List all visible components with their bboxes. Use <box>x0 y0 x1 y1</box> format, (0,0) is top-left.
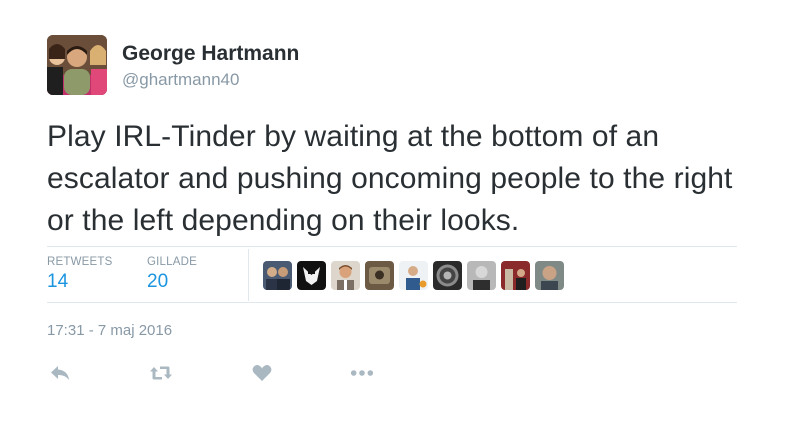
divider <box>47 302 737 303</box>
retweets-stat[interactable]: RETWEETS 14 <box>47 256 113 293</box>
retweets-label: RETWEETS <box>47 256 113 268</box>
liker-avatar[interactable] <box>297 261 326 290</box>
more-button[interactable] <box>350 362 374 384</box>
liker-avatar[interactable] <box>535 261 564 290</box>
liker-avatars <box>263 261 564 290</box>
retweet-icon <box>150 366 172 380</box>
liker-avatar[interactable] <box>501 261 530 290</box>
liker-avatar[interactable] <box>399 261 428 290</box>
tweet-timestamp[interactable]: 17:31 - 7 maj 2016 <box>47 322 172 339</box>
more-icon <box>350 370 374 376</box>
profile-photo-icon <box>47 35 107 95</box>
likes-label: GILLADE <box>147 256 197 268</box>
liker-avatar[interactable] <box>365 261 394 290</box>
liker-avatar[interactable] <box>263 261 292 290</box>
like-button[interactable] <box>250 362 274 384</box>
tweet-card: George Hartmann @ghartmann40 Play IRL-Ti… <box>0 0 800 427</box>
retweets-count: 14 <box>47 271 69 292</box>
liker-avatar[interactable] <box>331 261 360 290</box>
author-display-name[interactable]: George Hartmann <box>122 42 299 66</box>
retweet-button[interactable] <box>149 362 173 384</box>
reply-button[interactable] <box>48 362 72 384</box>
divider <box>248 249 249 301</box>
author-screen-name[interactable]: @ghartmann40 <box>122 70 239 90</box>
author-avatar[interactable] <box>47 35 107 95</box>
tweet-text: Play IRL-Tinder by waiting at the bottom… <box>47 120 733 237</box>
liker-avatar[interactable] <box>467 261 496 290</box>
liker-avatar[interactable] <box>433 261 462 290</box>
heart-icon <box>252 365 272 381</box>
likes-stat[interactable]: GILLADE 20 <box>147 256 197 293</box>
divider <box>47 246 737 247</box>
likes-count: 20 <box>147 271 169 292</box>
reply-icon <box>51 366 69 380</box>
